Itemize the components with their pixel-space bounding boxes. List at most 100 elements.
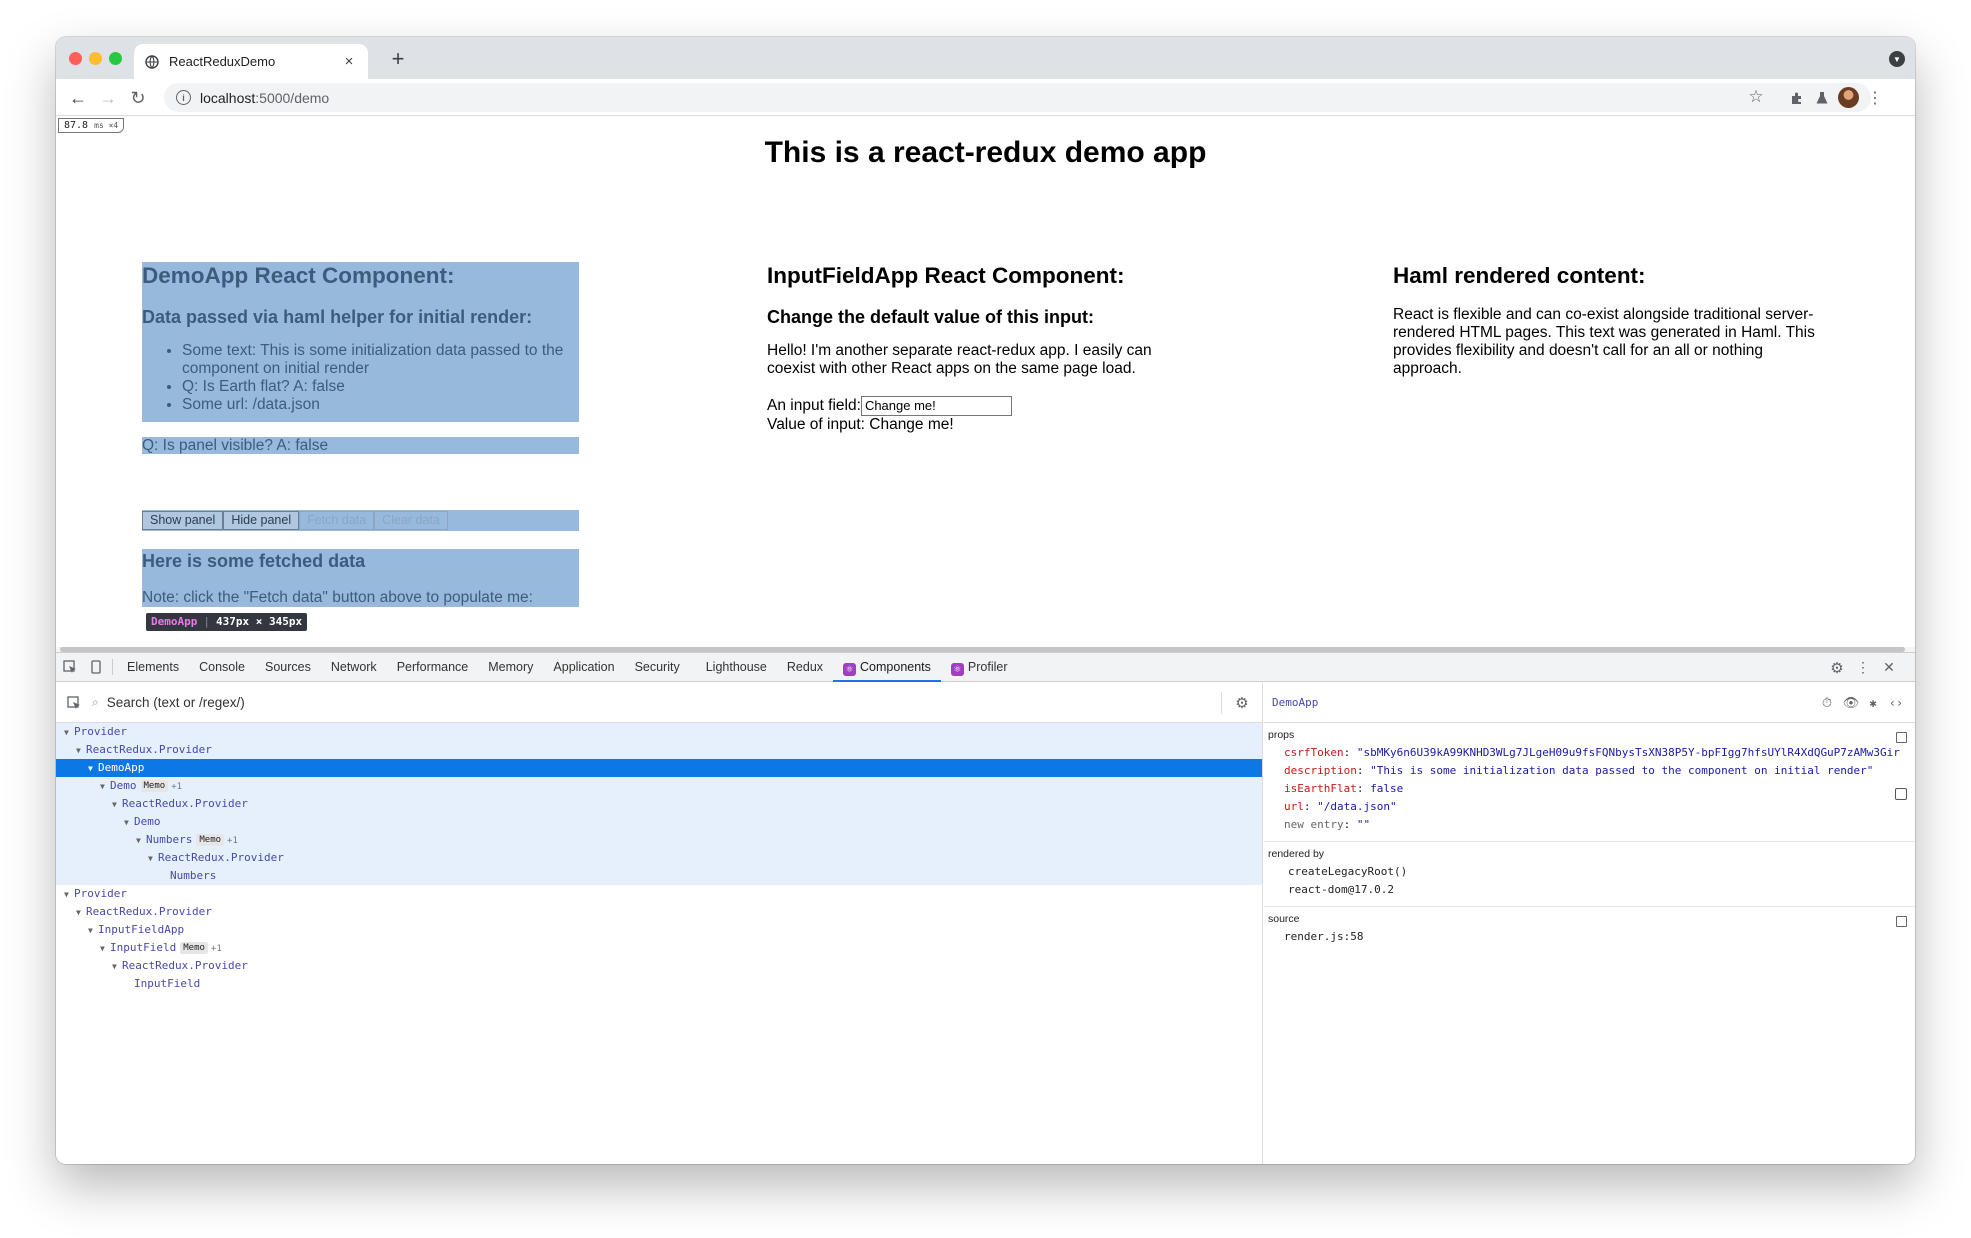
devtools-settings-icon[interactable]: ⚙: [1826, 653, 1848, 682]
browser-tab[interactable]: ReactReduxDemo ×: [134, 44, 368, 79]
caret-down-icon[interactable]: ▼: [76, 742, 86, 760]
caret-down-icon[interactable]: ▼: [136, 832, 146, 850]
tab-components[interactable]: ⚛ Components: [833, 653, 941, 682]
tree-row[interactable]: ▼ DemoApp: [56, 759, 1262, 777]
prop-key: new entry: [1284, 818, 1344, 831]
caret-down-icon[interactable]: ▼: [64, 886, 74, 904]
tree-row[interactable]: ▼ ReactRedux.Provider: [56, 849, 1262, 867]
panel-visible-text: Q: Is panel visible? A: false: [142, 437, 329, 454]
devtools-menu-icon[interactable]: ⋮: [1853, 653, 1873, 682]
zoom-window-button[interactable]: [109, 52, 122, 65]
caret-down-icon[interactable]: ▼: [112, 796, 122, 814]
prop-value[interactable]: "/data.json": [1317, 800, 1396, 813]
source-location[interactable]: render.js:58: [1268, 928, 1911, 946]
tab-memory[interactable]: Memory: [478, 653, 543, 682]
profile-avatar[interactable]: [1838, 87, 1859, 108]
caret-down-icon[interactable]: ▼: [88, 922, 98, 940]
component-search-bar: ⌕ Search (text or /regex/) ⚙: [56, 683, 1262, 723]
tab-redux[interactable]: Redux: [777, 653, 833, 682]
tree-row[interactable]: InputField: [56, 975, 1262, 993]
timer-icon[interactable]: ⏱: [1819, 695, 1835, 711]
devtools-close-icon[interactable]: ✕: [1879, 653, 1899, 682]
address-bar[interactable]: i localhost:5000/demo: [164, 83, 1871, 112]
lab-flask-icon[interactable]: [1811, 87, 1833, 109]
tree-row-label: InputField: [134, 977, 201, 990]
rendered-by-item[interactable]: createLegacyRoot(): [1268, 863, 1911, 881]
fetch-data-button[interactable]: Fetch data: [299, 511, 375, 530]
tree-settings-icon[interactable]: ⚙: [1222, 683, 1262, 723]
tab-elements[interactable]: Elements: [117, 653, 189, 682]
minimize-window-button[interactable]: [89, 52, 102, 65]
tab-profiler-label: Profiler: [967, 659, 1008, 674]
tree-row[interactable]: ▼ Provider: [56, 723, 1262, 741]
component-search-input[interactable]: Search (text or /regex/): [107, 695, 1221, 710]
caret-down-icon[interactable]: ▼: [100, 940, 110, 958]
tab-close-icon[interactable]: ×: [340, 53, 358, 70]
tree-row-label: Numbers: [146, 833, 193, 846]
prop-row[interactable]: isEarthFlat: false: [1268, 780, 1911, 798]
tree-row[interactable]: ▼ Provider: [56, 885, 1262, 903]
tab-network[interactable]: Network: [321, 653, 387, 682]
view-source-icon[interactable]: ‹›: [1887, 695, 1905, 711]
extensions-icon[interactable]: [1786, 87, 1808, 109]
new-tab-button[interactable]: +: [384, 46, 412, 72]
bug-icon[interactable]: ✱: [1865, 695, 1881, 711]
select-element-icon[interactable]: [56, 683, 92, 723]
prop-value[interactable]: "This is some initialization data passed…: [1370, 764, 1873, 777]
prop-value[interactable]: false: [1370, 782, 1403, 795]
tab-components-label: Components: [860, 659, 931, 674]
device-toolbar-icon[interactable]: [84, 653, 108, 682]
tree-row[interactable]: ▼ ReactRedux.Provider: [56, 903, 1262, 921]
back-icon[interactable]: ←: [66, 86, 90, 110]
tree-row[interactable]: ▼ ReactRedux.Provider: [56, 741, 1262, 759]
tab-sources[interactable]: Sources: [255, 653, 321, 682]
prop-row[interactable]: description: "This is some initializatio…: [1268, 762, 1911, 780]
eye-icon[interactable]: 👁: [1843, 695, 1860, 711]
tab-console[interactable]: Console: [189, 653, 255, 682]
tab-performance[interactable]: Performance: [387, 653, 479, 682]
tab-profiler[interactable]: ⚛ Profiler: [941, 653, 1018, 682]
caret-down-icon[interactable]: ▼: [100, 778, 110, 796]
hide-panel-button[interactable]: Hide panel: [223, 511, 300, 530]
caret-down-icon[interactable]: ▼: [76, 904, 86, 922]
menu-kebab-icon[interactable]: ⋮: [1864, 87, 1886, 109]
forward-icon[interactable]: →: [96, 86, 120, 110]
tree-row-label: Provider: [74, 887, 127, 900]
tree-row[interactable]: ▼ ReactRedux.Provider: [56, 795, 1262, 813]
reload-icon[interactable]: ↻: [126, 86, 150, 110]
tab-lighthouse[interactable]: Lighthouse: [696, 653, 777, 682]
copy-props-icon[interactable]: [1896, 732, 1907, 743]
close-window-button[interactable]: [69, 52, 82, 65]
site-info-icon[interactable]: i: [176, 90, 191, 105]
bookmark-star-icon[interactable]: ☆: [1745, 86, 1767, 108]
prop-row[interactable]: url: "/data.json": [1268, 798, 1911, 816]
caret-down-icon[interactable]: ▼: [88, 760, 98, 778]
inspect-element-icon[interactable]: [56, 653, 84, 682]
caret-down-icon[interactable]: ▼: [148, 850, 158, 868]
prop-value[interactable]: "sbMKy6n6U39kA99KNHD3WLg7JLgeH09u9fsFQNb…: [1357, 746, 1900, 759]
prop-checkbox[interactable]: [1895, 788, 1907, 800]
tab-search-icon[interactable]: ▼: [1889, 51, 1905, 67]
tree-row[interactable]: ▼ Demo: [56, 813, 1262, 831]
tree-row[interactable]: ▼ ReactRedux.Provider: [56, 957, 1262, 975]
clear-data-button[interactable]: Clear data: [374, 511, 448, 530]
copy-source-icon[interactable]: [1896, 916, 1907, 927]
demo-text-input[interactable]: Change me!: [860, 396, 1012, 416]
caret-down-icon[interactable]: ▼: [124, 814, 134, 832]
tree-row-label: Provider: [74, 725, 127, 738]
show-panel-button[interactable]: Show panel: [142, 511, 224, 530]
tab-application[interactable]: Application: [543, 653, 624, 682]
tree-row[interactable]: Numbers: [56, 867, 1262, 885]
tree-row[interactable]: ▼ InputField Memo +1: [56, 939, 1262, 957]
tree-row[interactable]: ▼ InputFieldApp: [56, 921, 1262, 939]
caret-down-icon[interactable]: ▼: [112, 958, 122, 976]
tab-security[interactable]: Security: [625, 653, 690, 682]
caret-down-icon[interactable]: ▼: [64, 724, 74, 742]
tree-row[interactable]: ▼ Demo Memo +1: [56, 777, 1262, 795]
tree-row[interactable]: ▼ Numbers Memo +1: [56, 831, 1262, 849]
prop-row[interactable]: new entry: "": [1268, 816, 1911, 834]
prop-row[interactable]: csrfToken: "sbMKy6n6U39kA99KNHD3WLg7JLge…: [1268, 744, 1911, 762]
tree-row-label: DemoApp: [98, 761, 145, 774]
prop-value[interactable]: "": [1357, 818, 1370, 831]
inspect-size-badge: DemoApp | 437px × 345px: [146, 613, 308, 631]
